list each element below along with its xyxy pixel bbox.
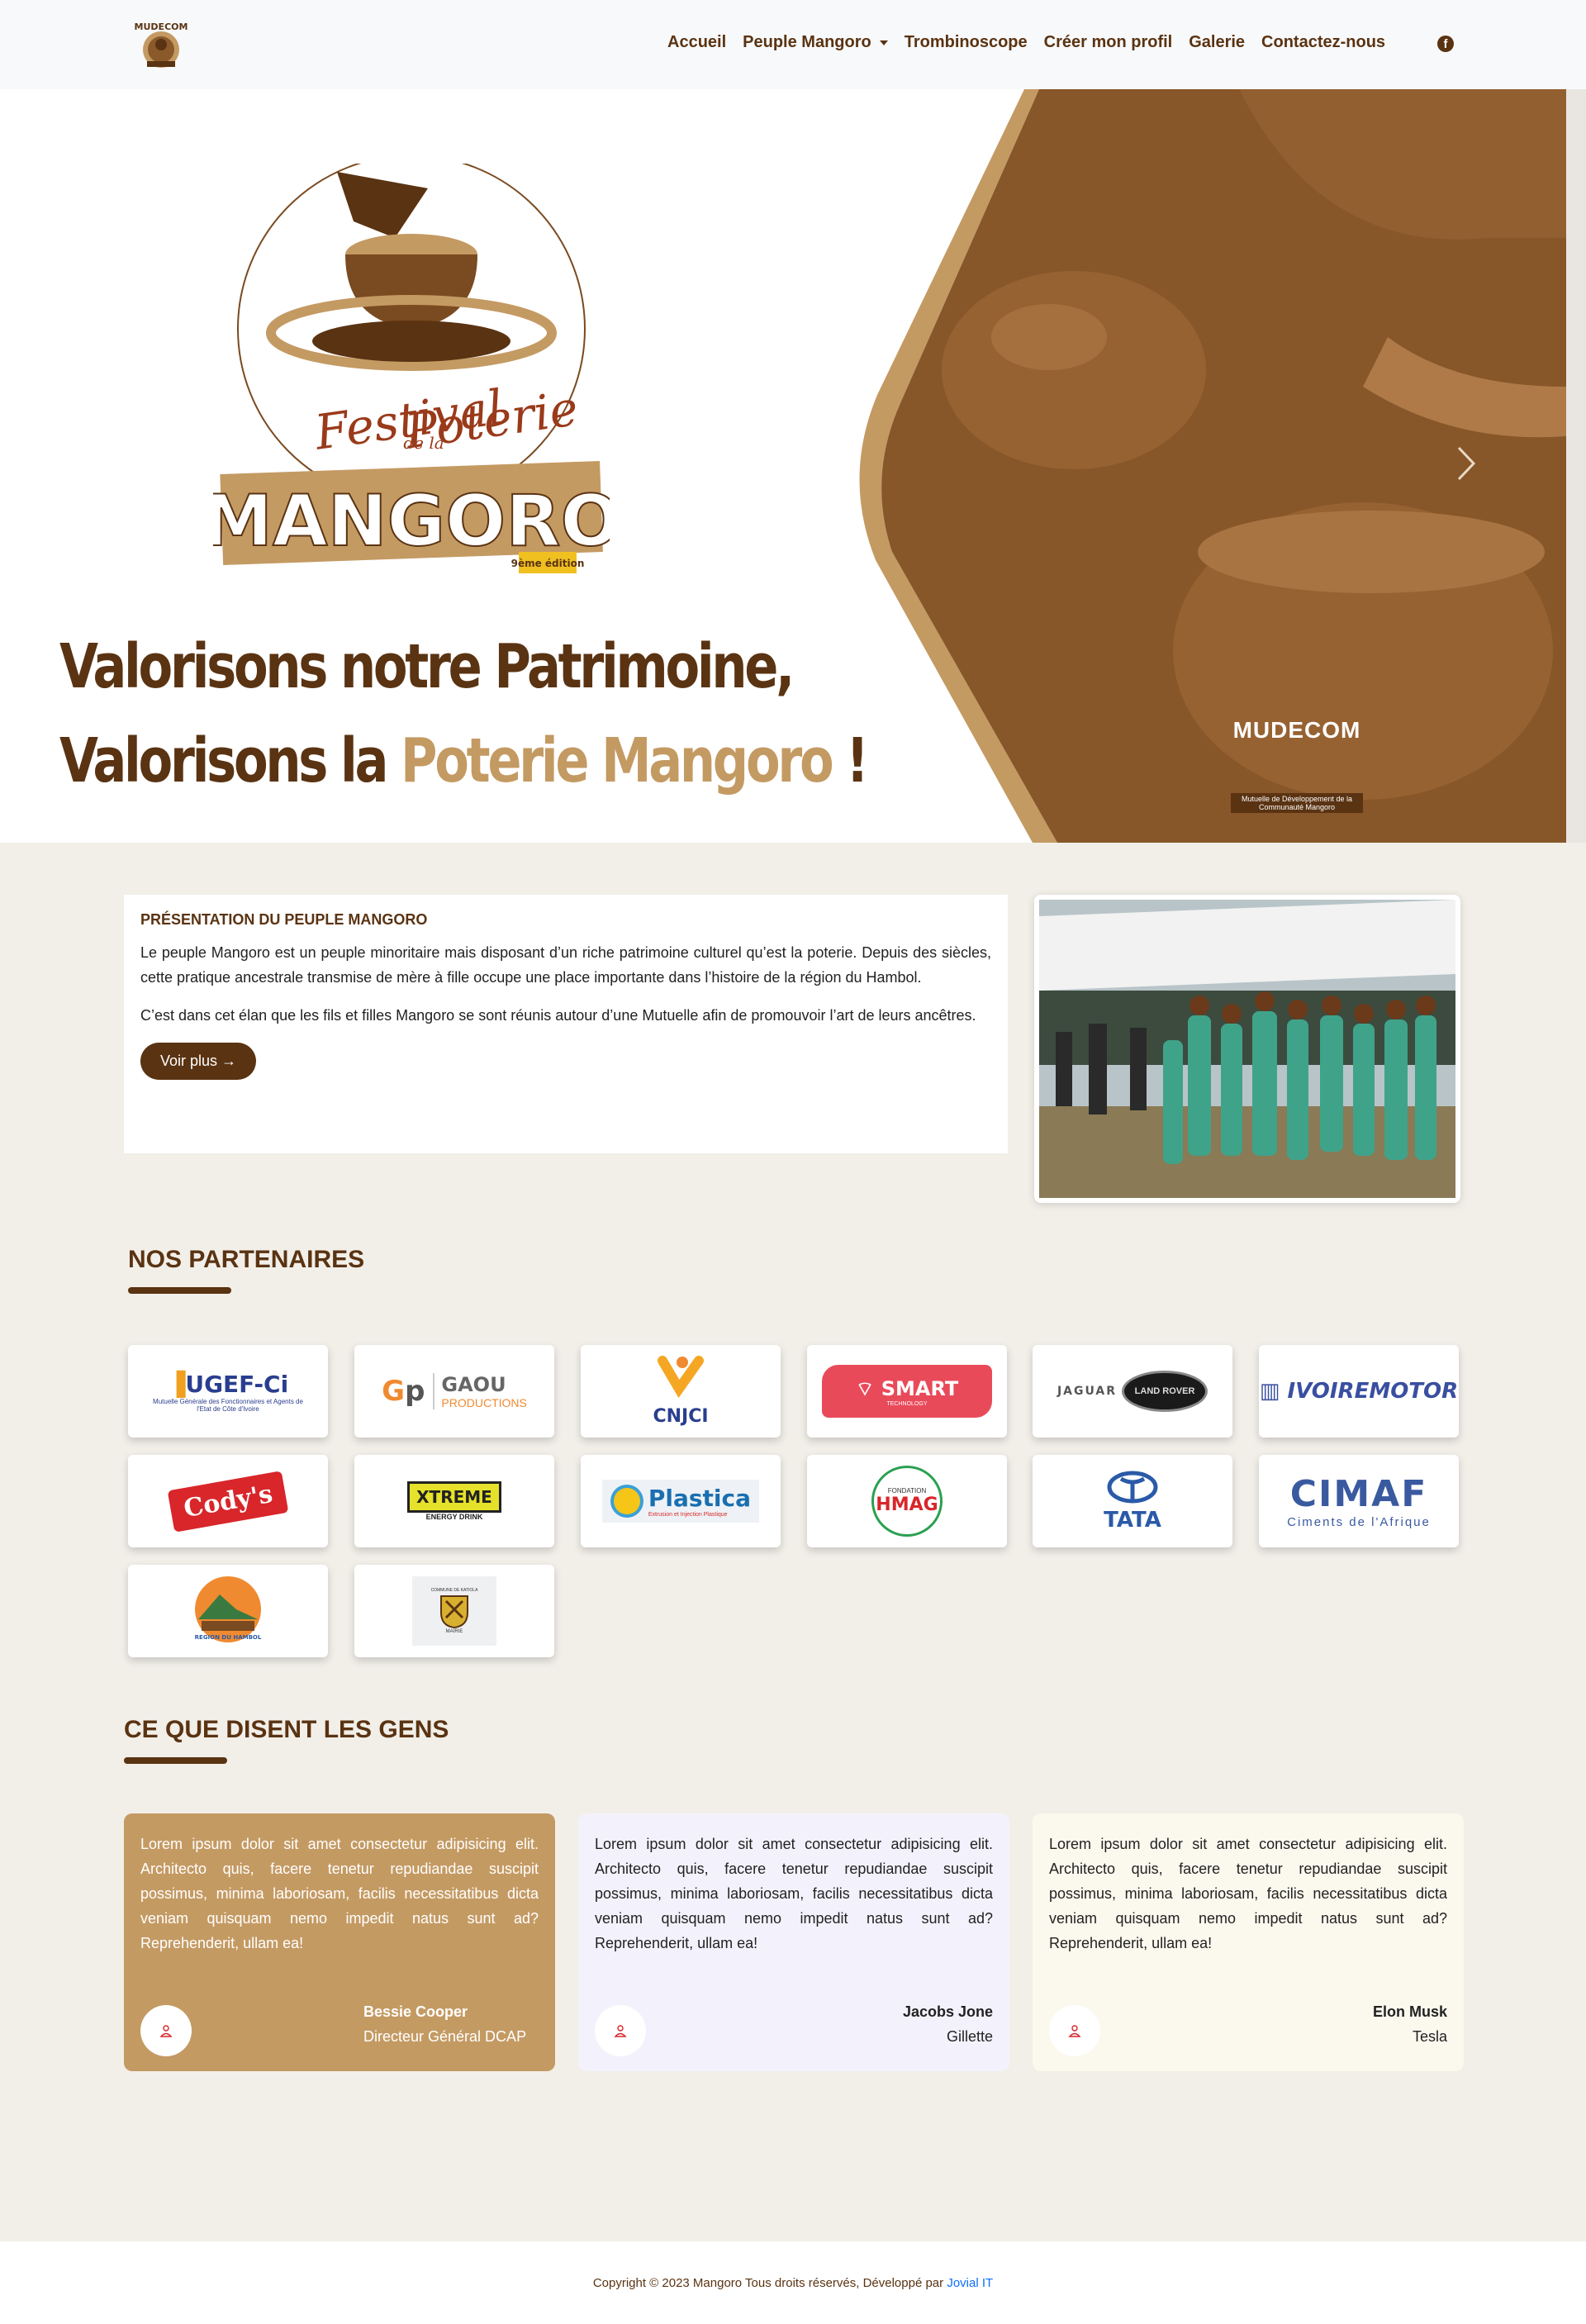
ivoiremotor-logo-text: IVOIREMOTOR [1287,1379,1459,1404]
partner-jaguar-landrover[interactable]: JAGUAR LAND ROVER [1033,1345,1232,1438]
testimonial-2-name: Jacobs Jone [902,2003,993,2020]
testimonial-1-name: Bessie Cooper [363,2003,468,2020]
testimonial-card-3: Lorem ipsum dolor sit amet consectetur a… [1033,1813,1464,2071]
partner-plastica[interactable]: Plastica Extrusion et Injection Plastiqu… [581,1455,781,1547]
svg-text:REGION DU HAMBOL: REGION DU HAMBOL [195,1634,262,1641]
nav-peuple-label: Peuple Mangoro [743,33,871,51]
nav-contact[interactable]: Contactez-nous [1261,33,1385,52]
partner-mairie-katiola[interactable]: COMMUNE DE KATIOLA MAIRIE [354,1565,554,1657]
testimonial-2-role: Gillette [946,2028,993,2045]
katiola-logo-subtitle: MAIRIE [445,1629,463,1634]
mudecom-badge-subtitle: Mutuelle de Développement de la Communau… [1231,793,1363,813]
ugef-logo-text: UGEF-Ci [185,1370,289,1398]
main-nav: Accueil Peuple Mangoro Trombinoscope Cré… [667,33,1385,52]
mudecom-badge-title: MUDECOM [1232,717,1361,743]
svg-text:MUDECOM: MUDECOM [135,21,188,32]
copyright-text: Copyright © 2023 Mangoro Tous droits rés… [0,2276,1586,2290]
testimonial-2-text: Lorem ipsum dolor sit amet consectetur a… [595,1836,993,1951]
testimonial-3-role: Tesla [1412,2028,1447,2045]
partners-title-underline [128,1287,231,1294]
partner-fondation-hmag[interactable]: FONDATION HMAG [807,1455,1007,1547]
copyright-label: Copyright © 2023 Mangoro Tous droits rés… [592,2276,947,2290]
partner-ivoiremotor[interactable]: ▥ IVOIREMOTOR [1259,1345,1459,1438]
codys-logo-text: Cody's [181,1479,275,1523]
voir-plus-button[interactable]: Voir plus → [140,1043,257,1080]
user-icon [1049,2005,1100,2056]
presentation-title: PRÉSENTATION DU PEUPLE MANGORO [140,911,428,928]
xtreme-logo-subtitle: ENERGY DRINK [425,1513,483,1521]
hero-headline-2: Valorisons la Poterie Mangoro ! [59,725,869,796]
carousel-next-slide-preview [1566,89,1586,843]
hero-headline-2-accent: Poterie Mangoro [401,725,834,796]
jaguar-logo-text: JAGUAR [1057,1385,1118,1398]
partner-cnjci[interactable]: CNJCI [581,1345,781,1438]
hero-headline-2-suffix: ! [831,725,869,796]
nav-trombinoscope[interactable]: Trombinoscope [905,33,1028,52]
user-icon [595,2005,646,2056]
cnjci-logo-text: CNJCI [653,1406,709,1427]
partner-gaou[interactable]: Gp GAOU PRODUCTIONS [354,1345,554,1438]
testimonial-1-role: Directeur Général DCAP [363,2028,527,2045]
jovial-it-link[interactable]: Jovial IT [947,2276,993,2290]
smart-logo-subtitle: TECHNOLOGY [886,1400,928,1407]
partner-xtreme[interactable]: XTREME ENERGY DRINK [354,1455,554,1547]
smart-logo-text: SMART [881,1376,959,1400]
partner-smart[interactable]: ⌔ SMART TECHNOLOGY [807,1345,1007,1438]
testimonial-card-2: Lorem ipsum dolor sit amet consectetur a… [578,1813,1009,2071]
ugef-logo-subtitle: Mutuelle Générale des Fonctionnaires et … [153,1397,303,1413]
landrover-logo-text: LAND ROVER [1134,1386,1195,1396]
cimaf-logo-text: CIMAF [1289,1473,1428,1515]
hmag-logo-subtitle: FONDATION [887,1487,927,1495]
xtreme-logo-text: XTREME [416,1487,492,1507]
tata-logo-text: TATA [1104,1507,1161,1533]
partner-codys[interactable]: Cody's [128,1455,328,1547]
partner-region-hambol[interactable]: REGION DU HAMBOL [128,1565,328,1657]
hero-carousel: Festival de la Poterie MANGORO 9ème édit… [0,89,1566,843]
cimaf-logo-subtitle: Ciments de l'Afrique [1287,1515,1431,1529]
nav-galerie[interactable]: Galerie [1189,33,1245,52]
festival-poterie-logo: Festival de la Poterie MANGORO 9ème édit… [201,154,622,593]
user-icon [140,2005,192,2056]
svg-text:MANGORO: MANGORO [213,480,610,563]
nav-accueil[interactable]: Accueil [667,33,726,52]
testimonial-1-text: Lorem ipsum dolor sit amet consectetur a… [140,1836,539,1951]
gaou-logo-text: GAOU [441,1373,506,1396]
partner-ugef[interactable]: ▐UGEF-Ci Mutuelle Générale des Fonctionn… [128,1345,328,1438]
footer: Copyright © 2023 Mangoro Tous droits rés… [0,2241,1586,2324]
partner-tata[interactable]: TATA [1033,1455,1232,1547]
navbar: MUDECOM Accueil Peuple Mangoro Trombinos… [0,0,1586,89]
presentation-card: PRÉSENTATION DU PEUPLE MANGORO Le peuple… [124,895,1008,1153]
presentation-paragraph-2: C’est dans cet élan que les fils et fill… [140,1007,976,1024]
nav-creer-profil[interactable]: Créer mon profil [1044,33,1173,52]
hero-headline-2-prefix: Valorisons la [59,725,401,796]
plastica-logo-subtitle: Extrusion et Injection Plastique [648,1512,728,1518]
chevron-right-icon[interactable] [1454,443,1479,484]
mudecom-logo[interactable]: MUDECOM [132,17,190,71]
mangoro-dancers-photo [1034,895,1460,1203]
testimonial-3-name: Elon Musk [1372,2003,1447,2020]
svg-text:9ème édition: 9ème édition [511,558,585,569]
facebook-icon[interactable]: f [1437,36,1454,52]
nav-peuple-mangoro[interactable]: Peuple Mangoro [743,33,888,52]
testimonial-card-1: Lorem ipsum dolor sit amet consectetur a… [124,1813,555,2071]
caret-down-icon [879,40,888,45]
plastica-logo-text: Plastica [648,1485,751,1512]
partner-cimaf[interactable]: CIMAF Ciments de l'Afrique [1259,1455,1459,1547]
mudecom-badge: MUDECOM Mutuelle de Développement de la … [1231,717,1363,833]
testimonials-title-underline [124,1757,227,1764]
partners-title: NOS PARTENAIRES [128,1246,365,1273]
presentation-paragraph-1: Le peuple Mangoro est un peuple minorita… [140,944,991,986]
gaou-logo-subtitle: PRODUCTIONS [441,1396,527,1409]
testimonials-title: CE QUE DISENT LES GENS [124,1716,449,1743]
testimonial-3-text: Lorem ipsum dolor sit amet consectetur a… [1049,1836,1447,1951]
hero-headline-1: Valorisons notre Patrimoine, [59,631,795,702]
hmag-logo-text: HMAG [876,1495,938,1515]
